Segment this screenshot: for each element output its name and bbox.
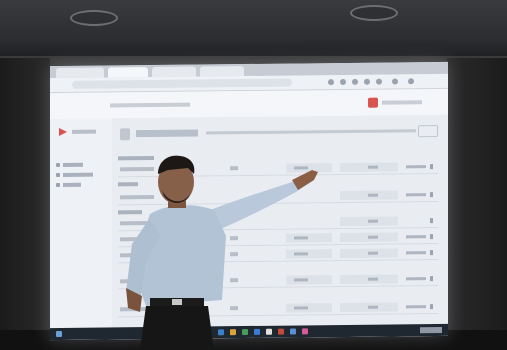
presenter-trousers [140,306,214,350]
presenter-belt-buckle [172,299,182,305]
presenter [126,155,318,350]
